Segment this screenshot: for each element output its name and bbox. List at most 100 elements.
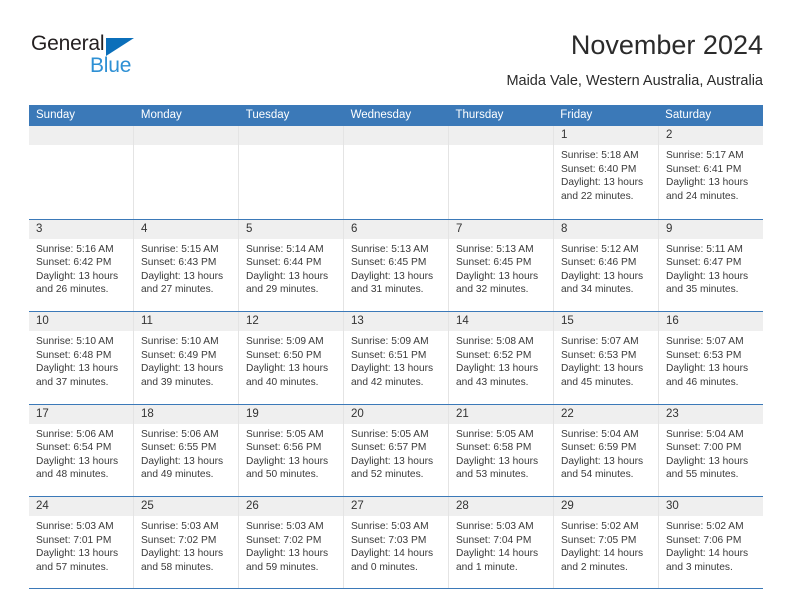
daylight-duration: Daylight: 13 hours and 29 minutes. bbox=[246, 270, 329, 296]
daylight-duration: Daylight: 13 hours and 57 minutes. bbox=[36, 548, 119, 573]
day-number: 26 bbox=[246, 500, 259, 512]
calendar-day-cell[interactable]: 28 Sunrise: 5:03 AM Sunset: 7:04 PM Dayligh… bbox=[448, 497, 553, 588]
calendar-day-cell[interactable]: 9 Sunrise: 5:11 AM Sunset: 6:47 PM Daylight… bbox=[658, 219, 763, 311]
day-number-band bbox=[239, 126, 343, 145]
day-info: Sunrise: 5:05 AM Sunset: 6:56 PM Daylight:… bbox=[239, 424, 343, 482]
calendar-day-cell[interactable]: 19 Sunrise: 5:05 AM Sunset: 6:56 PM Dayligh… bbox=[238, 404, 343, 496]
sunrise-time: Sunrise: 5:14 AM bbox=[246, 243, 324, 255]
day-info: Sunrise: 5:03 AM Sunset: 7:03 PM Daylight:… bbox=[344, 516, 448, 574]
calendar-day-cell[interactable]: 2 Sunrise: 5:17 AM Sunset: 6:41 PM Daylight… bbox=[658, 126, 763, 219]
day-number-band: 12 bbox=[239, 312, 343, 331]
calendar-day-cell[interactable]: 12 Sunrise: 5:09 AM Sunset: 6:50 PM Dayligh… bbox=[238, 312, 343, 404]
calendar-day-cell[interactable]: 15 Sunrise: 5:07 AM Sunset: 6:53 PM Dayligh… bbox=[553, 312, 658, 404]
day-number-band: 5 bbox=[239, 219, 343, 239]
calendar-day-cell[interactable]: 13 Sunrise: 5:09 AM Sunset: 6:51 PM Dayligh… bbox=[343, 312, 448, 404]
calendar-day-cell[interactable]: 30 Sunrise: 5:02 AM Sunset: 7:06 PM Dayligh… bbox=[658, 497, 763, 588]
day-number: 6 bbox=[351, 222, 358, 235]
daylight-duration: Daylight: 13 hours and 35 minutes. bbox=[666, 270, 749, 296]
day-number-band: 22 bbox=[554, 404, 658, 424]
calendar-day-cell[interactable]: 10 Sunrise: 5:10 AM Sunset: 6:48 PM Dayligh… bbox=[29, 312, 133, 404]
day-number: 2 bbox=[666, 129, 673, 141]
day-info: Sunrise: 5:05 AM Sunset: 6:57 PM Daylight:… bbox=[344, 424, 448, 482]
sunrise-time: Sunrise: 5:04 AM bbox=[666, 428, 744, 440]
calendar-day-cell[interactable]: 17 Sunrise: 5:06 AM Sunset: 6:54 PM Dayligh… bbox=[29, 404, 133, 497]
daylight-duration: Daylight: 13 hours and 31 minutes. bbox=[351, 270, 434, 296]
day-info: Sunrise: 5:09 AM Sunset: 6:50 PM Daylight:… bbox=[239, 331, 343, 389]
daylight-duration: Daylight: 14 hours and 1 minute. bbox=[456, 548, 539, 573]
daylight-duration: Daylight: 13 hours and 46 minutes. bbox=[666, 363, 749, 388]
day-info: Sunrise: 5:08 AM Sunset: 6:52 PM Daylight:… bbox=[449, 331, 553, 389]
calendar-day-cell[interactable]: 11 Sunrise: 5:10 AM Sunset: 6:49 PM Dayligh… bbox=[133, 312, 238, 404]
day-number: 13 bbox=[351, 315, 364, 327]
calendar-day-cell[interactable]: 3 Sunrise: 5:16 AM Sunset: 6:42 PM Daylight… bbox=[29, 219, 133, 312]
calendar-day-cell[interactable]: 14 Sunrise: 5:08 AM Sunset: 6:52 PM Dayligh… bbox=[448, 312, 553, 404]
day-number-band: 30 bbox=[659, 497, 763, 516]
day-number-band: 21 bbox=[449, 404, 553, 424]
day-number: 29 bbox=[561, 500, 574, 512]
daylight-duration: Daylight: 13 hours and 49 minutes. bbox=[141, 455, 224, 481]
calendar-day-cell[interactable]: 24 Sunrise: 5:03 AM Sunset: 7:01 PM Dayligh… bbox=[29, 497, 133, 588]
day-number-band: 23 bbox=[659, 404, 763, 424]
daylight-duration: Daylight: 13 hours and 34 minutes. bbox=[561, 270, 644, 296]
daylight-duration: Daylight: 13 hours and 27 minutes. bbox=[141, 270, 224, 296]
sunset-time: Sunset: 6:53 PM bbox=[666, 349, 742, 361]
day-number: 10 bbox=[36, 315, 49, 327]
sunrise-time: Sunrise: 5:03 AM bbox=[351, 521, 429, 532]
calendar-day-cell[interactable]: 21 Sunrise: 5:05 AM Sunset: 6:58 PM Dayligh… bbox=[448, 404, 553, 496]
calendar-day-cell-empty bbox=[448, 126, 553, 219]
sunrise-time: Sunrise: 5:10 AM bbox=[141, 336, 219, 347]
day-number: 15 bbox=[561, 315, 574, 327]
calendar-day-cell[interactable]: 18 Sunrise: 5:06 AM Sunset: 6:55 PM Dayligh… bbox=[133, 404, 238, 496]
calendar-week-row: 24 Sunrise: 5:03 AM Sunset: 7:01 PM Dayligh… bbox=[29, 496, 763, 589]
page-title: November 2024 bbox=[570, 30, 763, 60]
daylight-duration: Daylight: 13 hours and 53 minutes. bbox=[456, 455, 539, 481]
calendar-day-cell[interactable]: 1 Sunrise: 5:18 AM Sunset: 6:40 PM Daylight… bbox=[553, 126, 658, 219]
calendar-day-cell[interactable]: 7 Sunrise: 5:13 AM Sunset: 6:45 PM Daylight… bbox=[448, 219, 553, 311]
day-number-band: 2 bbox=[659, 126, 763, 145]
sunset-time: Sunset: 7:04 PM bbox=[456, 534, 532, 546]
day-number: 22 bbox=[561, 407, 574, 420]
daylight-duration: Daylight: 13 hours and 59 minutes. bbox=[246, 548, 329, 573]
calendar-day-cell[interactable]: 25 Sunrise: 5:03 AM Sunset: 7:02 PM Dayligh… bbox=[133, 497, 238, 588]
calendar-day-cell[interactable]: 8 Sunrise: 5:12 AM Sunset: 6:46 PM Daylight… bbox=[553, 219, 658, 311]
day-number-band: 7 bbox=[449, 219, 553, 239]
page-header: General Blue November 2024 Maida Vale, W… bbox=[29, 28, 763, 98]
day-info: Sunrise: 5:16 AM Sunset: 6:42 PM Daylight:… bbox=[29, 239, 133, 297]
calendar-day-cell[interactable]: 5 Sunrise: 5:14 AM Sunset: 6:44 PM Daylight… bbox=[238, 219, 343, 311]
calendar-week-row: 3 Sunrise: 5:16 AM Sunset: 6:42 PM Daylight… bbox=[29, 218, 763, 312]
calendar-day-cell[interactable]: 27 Sunrise: 5:03 AM Sunset: 7:03 PM Dayligh… bbox=[343, 497, 448, 588]
daylight-duration: Daylight: 13 hours and 40 minutes. bbox=[246, 363, 329, 388]
daylight-duration: Daylight: 13 hours and 50 minutes. bbox=[246, 455, 329, 481]
sunrise-time: Sunrise: 5:09 AM bbox=[351, 336, 429, 347]
calendar-day-cell[interactable]: 16 Sunrise: 5:07 AM Sunset: 6:53 PM Dayligh… bbox=[658, 312, 763, 404]
day-number-band: 11 bbox=[134, 312, 238, 331]
day-number: 11 bbox=[141, 315, 153, 327]
calendar-day-cell[interactable]: 20 Sunrise: 5:05 AM Sunset: 6:57 PM Dayligh… bbox=[343, 404, 448, 496]
day-number-band: 1 bbox=[554, 126, 658, 145]
day-number: 3 bbox=[36, 222, 43, 235]
calendar-day-cell[interactable]: 6 Sunrise: 5:13 AM Sunset: 6:45 PM Daylight… bbox=[343, 219, 448, 311]
calendar-day-cell[interactable]: 23 Sunrise: 5:04 AM Sunset: 7:00 PM Dayligh… bbox=[658, 404, 763, 496]
sunset-time: Sunset: 7:05 PM bbox=[561, 534, 637, 546]
daylight-duration: Daylight: 14 hours and 3 minutes. bbox=[666, 548, 749, 573]
day-number-band: 25 bbox=[134, 497, 238, 516]
calendar-day-cell[interactable]: 4 Sunrise: 5:15 AM Sunset: 6:43 PM Daylight… bbox=[133, 219, 238, 311]
day-number-band bbox=[134, 126, 238, 145]
day-number-band: 3 bbox=[29, 219, 133, 239]
sunrise-time: Sunrise: 5:03 AM bbox=[246, 521, 324, 532]
daylight-duration: Daylight: 13 hours and 52 minutes. bbox=[351, 455, 434, 481]
sunset-time: Sunset: 6:48 PM bbox=[36, 349, 112, 361]
sunset-time: Sunset: 6:43 PM bbox=[141, 257, 217, 269]
day-info: Sunrise: 5:06 AM Sunset: 6:55 PM Daylight:… bbox=[134, 424, 238, 482]
calendar-day-cell[interactable]: 26 Sunrise: 5:03 AM Sunset: 7:02 PM Dayligh… bbox=[238, 497, 343, 588]
daylight-duration: Daylight: 13 hours and 39 minutes. bbox=[141, 363, 224, 388]
calendar-day-cell[interactable]: 29 Sunrise: 5:02 AM Sunset: 7:05 PM Dayligh… bbox=[553, 497, 658, 588]
day-number-band: 24 bbox=[29, 497, 133, 516]
sunset-time: Sunset: 7:00 PM bbox=[666, 442, 742, 454]
day-info: Sunrise: 5:05 AM Sunset: 6:58 PM Daylight:… bbox=[449, 424, 553, 482]
day-info: Sunrise: 5:18 AM Sunset: 6:40 PM Daylight:… bbox=[554, 145, 658, 203]
day-number: 23 bbox=[666, 407, 679, 420]
day-number: 9 bbox=[666, 222, 673, 235]
sunrise-time: Sunrise: 5:06 AM bbox=[36, 428, 114, 440]
calendar-day-cell[interactable]: 22 Sunrise: 5:04 AM Sunset: 6:59 PM Dayligh… bbox=[553, 404, 658, 496]
